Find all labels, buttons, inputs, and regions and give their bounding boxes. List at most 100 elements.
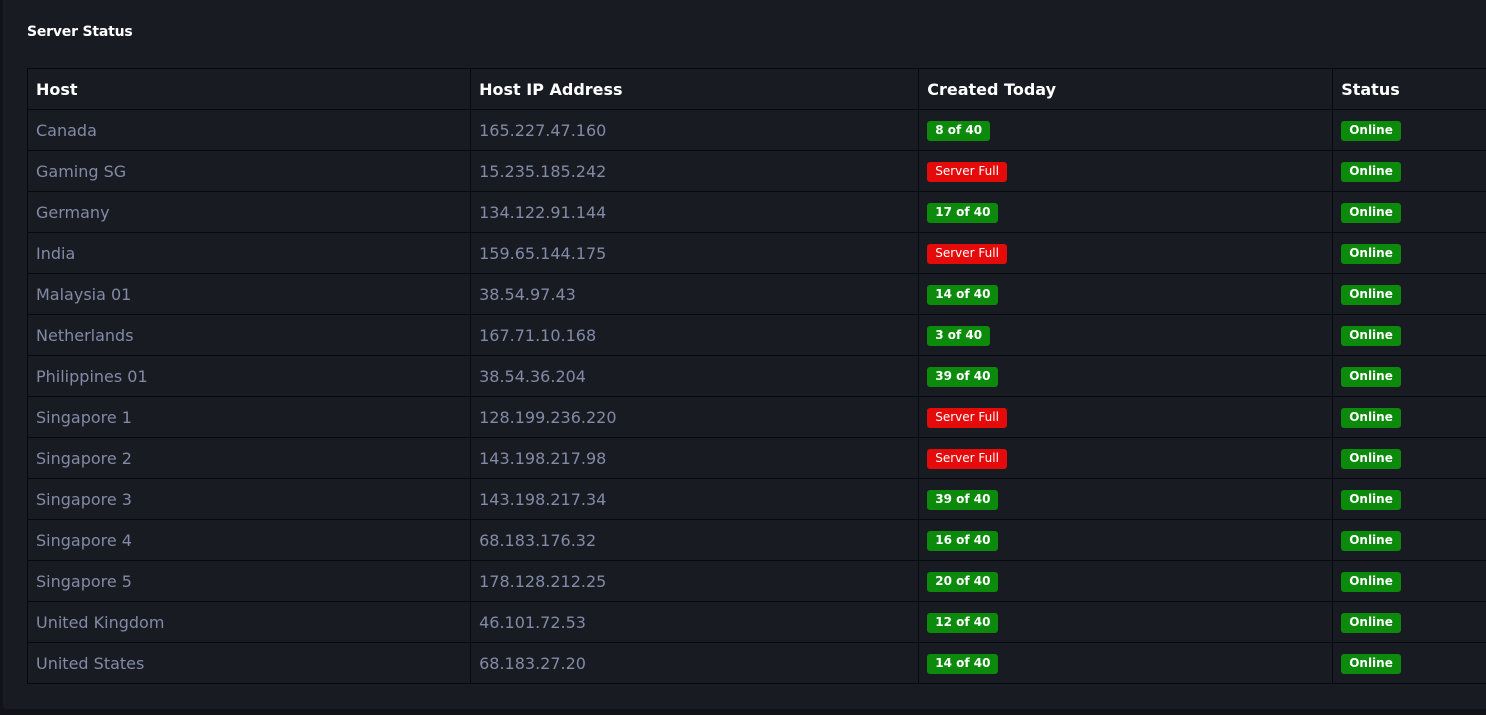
status-badge: Online [1341, 449, 1401, 469]
created-count-badge: 39 of 40 [927, 490, 999, 510]
created-today-cell: Server Full [918, 396, 1334, 438]
status-cell: Online [1332, 478, 1486, 520]
status-badge: Online [1341, 408, 1401, 428]
table-row: Germany 134.122.91.144 17 of 40 Online [26, 191, 1486, 233]
host-ip-cell: 38.54.36.204 [470, 355, 920, 397]
status-cell: Online [1332, 601, 1486, 643]
created-today-cell: 17 of 40 [918, 191, 1334, 233]
status-cell: Online [1332, 396, 1486, 438]
table-row: Singapore 1 128.199.236.220 Server Full Onl… [26, 396, 1486, 438]
table-row: Gaming SG 15.235.185.242 Server Full Online [26, 150, 1486, 192]
table-row: Singapore 4 68.183.176.32 16 of 40 Online [26, 519, 1486, 561]
column-header-host: Host [26, 68, 472, 110]
table-row: India 159.65.144.175 Server Full Online [26, 232, 1486, 274]
table-row: Malaysia 01 38.54.97.43 14 of 40 Online [26, 273, 1486, 315]
host-ip-cell: 178.128.212.25 [470, 560, 920, 602]
status-badge: Online [1341, 531, 1401, 551]
host-ip-cell: 68.183.176.32 [470, 519, 920, 561]
status-badge: Online [1341, 203, 1401, 223]
status-cell: Online [1332, 150, 1486, 192]
server-full-badge: Server Full [927, 449, 1007, 469]
created-count-badge: 14 of 40 [927, 654, 999, 674]
status-badge: Online [1341, 654, 1401, 674]
host-cell: Singapore 4 [26, 519, 472, 561]
server-full-badge: Server Full [927, 244, 1007, 264]
host-ip-cell: 128.199.236.220 [470, 396, 920, 438]
host-cell: Philippines 01 [26, 355, 472, 397]
created-count-badge: 20 of 40 [927, 572, 999, 592]
host-cell: Gaming SG [26, 150, 472, 192]
host-ip-cell: 165.227.47.160 [470, 109, 920, 151]
status-cell: Online [1332, 560, 1486, 602]
server-full-badge: Server Full [927, 408, 1007, 428]
status-badge: Online [1341, 572, 1401, 592]
table-row: Netherlands 167.71.10.168 3 of 40 Online [26, 314, 1486, 356]
created-today-cell: 20 of 40 [918, 560, 1334, 602]
created-today-cell: 8 of 40 [918, 109, 1334, 151]
table-row: Canada 165.227.47.160 8 of 40 Online [26, 109, 1486, 151]
table-header-row: Host Host IP Address Created Today Statu… [26, 68, 1486, 110]
status-badge: Online [1341, 121, 1401, 141]
table-body: Canada 165.227.47.160 8 of 40 Online Gaming … [26, 109, 1486, 684]
created-count-badge: 14 of 40 [927, 285, 999, 305]
created-today-cell: Server Full [918, 150, 1334, 192]
status-cell: Online [1332, 109, 1486, 151]
created-count-badge: 12 of 40 [927, 613, 999, 633]
created-today-cell: 14 of 40 [918, 642, 1334, 684]
created-today-cell: 39 of 40 [918, 478, 1334, 520]
host-cell: Canada [26, 109, 472, 151]
created-count-badge: 8 of 40 [927, 121, 991, 141]
created-today-cell: 12 of 40 [918, 601, 1334, 643]
host-cell: India [26, 232, 472, 274]
status-cell: Online [1332, 314, 1486, 356]
created-today-cell: Server Full [918, 437, 1334, 479]
status-badge: Online [1341, 326, 1401, 346]
status-cell: Online [1332, 191, 1486, 233]
created-today-cell: 16 of 40 [918, 519, 1334, 561]
host-ip-cell: 46.101.72.53 [470, 601, 920, 643]
status-badge: Online [1341, 162, 1401, 182]
status-cell: Online [1332, 642, 1486, 684]
table-row: United States 68.183.27.20 14 of 40 Online [26, 642, 1486, 684]
column-header-status: Status [1332, 68, 1486, 110]
table-row: United Kingdom 46.101.72.53 12 of 40 Online [26, 601, 1486, 643]
created-count-badge: 39 of 40 [927, 367, 999, 387]
status-cell: Online [1332, 232, 1486, 274]
created-today-cell: 39 of 40 [918, 355, 1334, 397]
panel-title: Server Status [27, 24, 133, 40]
created-count-badge: 17 of 40 [927, 203, 999, 223]
table-row: Philippines 01 38.54.36.204 39 of 40 Online [26, 355, 1486, 397]
table-row: Singapore 5 178.128.212.25 20 of 40 Online [26, 560, 1486, 602]
server-status-table: Host Host IP Address Created Today Statu… [26, 68, 1486, 684]
host-cell: Netherlands [26, 314, 472, 356]
host-ip-cell: 143.198.217.34 [470, 478, 920, 520]
status-cell: Online [1332, 437, 1486, 479]
host-cell: Singapore 3 [26, 478, 472, 520]
host-cell: United Kingdom [26, 601, 472, 643]
status-badge: Online [1341, 490, 1401, 510]
host-cell: Singapore 2 [26, 437, 472, 479]
status-cell: Online [1332, 519, 1486, 561]
column-header-created-today: Created Today [918, 68, 1334, 110]
host-ip-cell: 38.54.97.43 [470, 273, 920, 315]
host-ip-cell: 134.122.91.144 [470, 191, 920, 233]
status-badge: Online [1341, 613, 1401, 633]
status-badge: Online [1341, 244, 1401, 264]
created-count-badge: 16 of 40 [927, 531, 999, 551]
status-badge: Online [1341, 285, 1401, 305]
created-today-cell: 14 of 40 [918, 273, 1334, 315]
created-today-cell: 3 of 40 [918, 314, 1334, 356]
status-cell: Online [1332, 355, 1486, 397]
table-row: Singapore 3 143.198.217.34 39 of 40 Online [26, 478, 1486, 520]
host-ip-cell: 167.71.10.168 [470, 314, 920, 356]
server-full-badge: Server Full [927, 162, 1007, 182]
host-ip-cell: 68.183.27.20 [470, 642, 920, 684]
host-ip-cell: 159.65.144.175 [470, 232, 920, 274]
status-badge: Online [1341, 367, 1401, 387]
host-cell: Germany [26, 191, 472, 233]
host-cell: United States [26, 642, 472, 684]
table-row: Singapore 2 143.198.217.98 Server Full Onli… [26, 437, 1486, 479]
host-cell: Singapore 1 [26, 396, 472, 438]
host-cell: Malaysia 01 [26, 273, 472, 315]
created-today-cell: Server Full [918, 232, 1334, 274]
